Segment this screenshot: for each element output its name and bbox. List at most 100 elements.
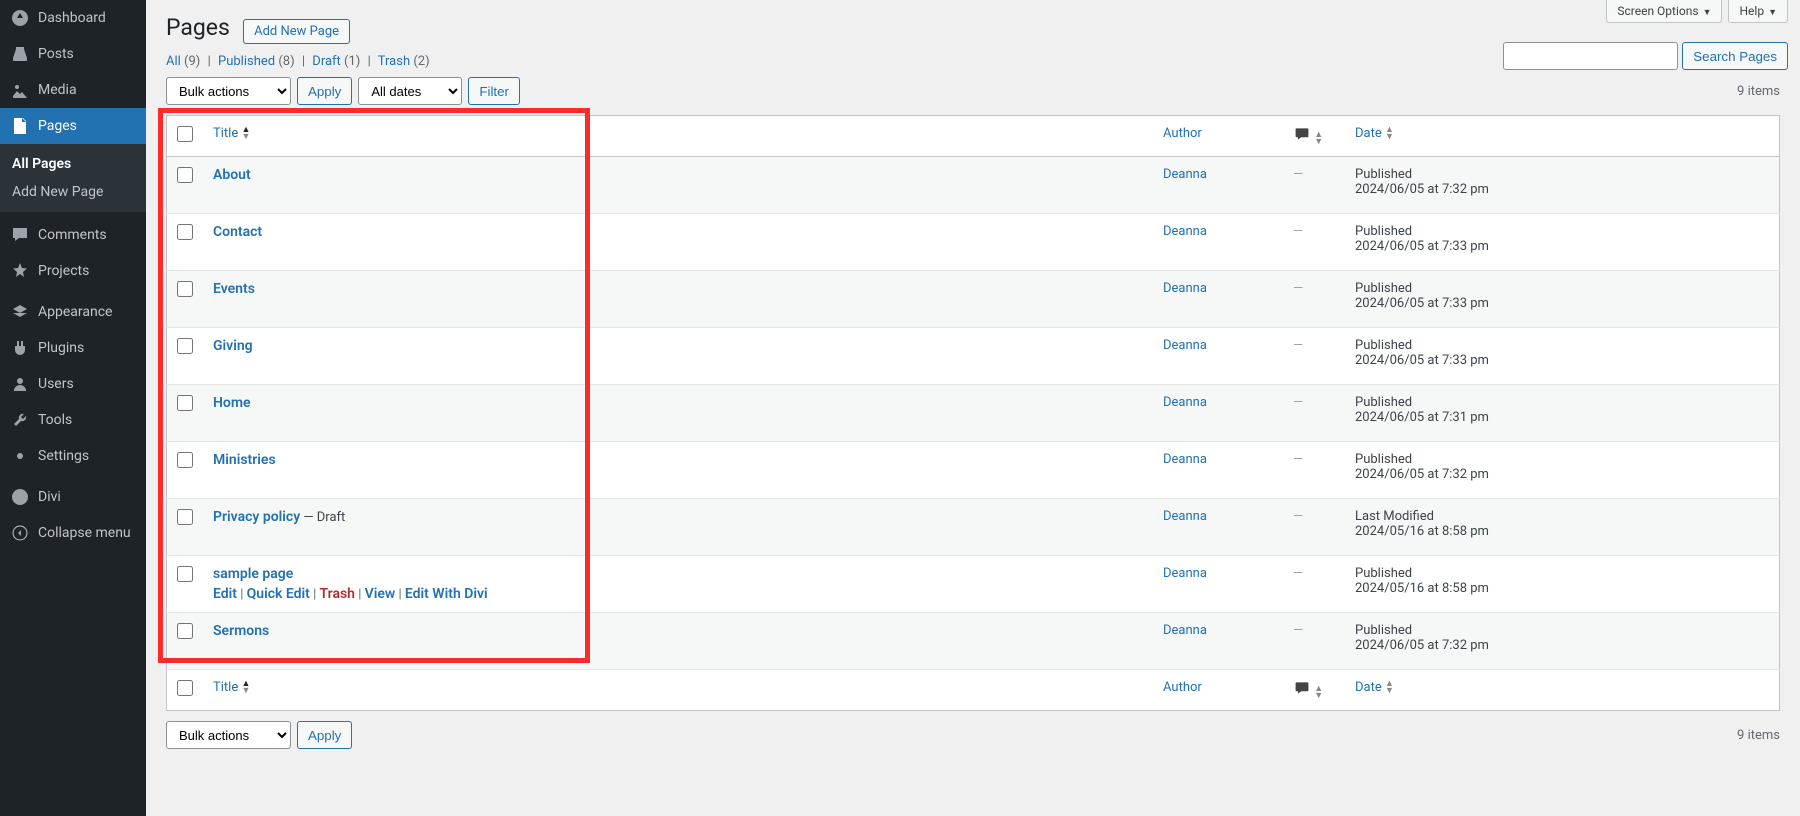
sidebar-item-media[interactable]: Media [0,72,146,108]
view-link[interactable]: View [365,586,396,602]
author-link[interactable]: Deanna [1163,395,1207,410]
trash-link[interactable]: Trash [320,586,355,602]
collapse-icon [10,523,30,543]
add-new-page-button[interactable]: Add New Page [243,19,350,44]
date-cell: Published2024/05/16 at 8:58 pm [1345,556,1780,613]
comments-icon [10,225,30,245]
author-link[interactable]: Deanna [1163,566,1207,581]
column-date[interactable]: Date ▲▼ [1345,116,1780,157]
sidebar-item-label: Projects [38,263,89,279]
edit-link[interactable]: Edit [213,586,237,602]
main-content: Screen Options▼ Help▼ Pages Add New Page… [146,0,1800,816]
author-link[interactable]: Deanna [1163,452,1207,467]
page-title-link[interactable]: Sermons [213,623,269,639]
sidebar-item-settings[interactable]: Settings [0,438,146,474]
date-filter-select[interactable]: All dates [358,77,462,105]
title-suffix: — Draft [300,510,345,525]
sidebar-item-dashboard[interactable]: Dashboard [0,0,146,36]
row-checkbox[interactable] [177,509,193,525]
tools-icon [10,410,30,430]
table-row: Privacy policy — Draft Edit | Quick Edit… [167,499,1780,556]
filter-trash[interactable]: Trash [378,54,410,69]
sidebar-item-pages[interactable]: Pages [0,108,146,144]
sidebar-item-label: Plugins [38,340,84,356]
filter-published[interactable]: Published [218,54,275,69]
submenu-item[interactable]: Add New Page [0,178,146,206]
comments-cell: — [1283,442,1345,499]
table-row: Contact Edit | Quick Edit | Trash | View… [167,214,1780,271]
pages-icon [10,116,30,136]
sidebar-item-collapse[interactable]: Collapse menu [0,515,146,551]
page-title-link[interactable]: Giving [213,338,253,354]
author-link[interactable]: Deanna [1163,224,1207,239]
date-cell: Last Modified2024/05/16 at 8:58 pm [1345,499,1780,556]
page-title-link[interactable]: About [213,167,251,183]
author-link[interactable]: Deanna [1163,338,1207,353]
comments-cell: — [1283,214,1345,271]
filter-button[interactable]: Filter [468,77,520,105]
table-row: Ministries Edit | Quick Edit | Trash | V… [167,442,1780,499]
projects-icon [10,261,30,281]
posts-icon [10,44,30,64]
select-all-checkbox[interactable] [177,126,193,142]
search-pages-button[interactable]: Search Pages [1682,42,1788,70]
sidebar-item-label: Divi [38,489,61,505]
sidebar-item-projects[interactable]: Projects [0,253,146,289]
sidebar-item-posts[interactable]: Posts [0,36,146,72]
filter-all[interactable]: All [166,54,181,69]
page-title-link[interactable]: Ministries [213,452,276,468]
media-icon [10,80,30,100]
apply-button-bottom[interactable]: Apply [297,721,352,749]
filter-draft[interactable]: Draft [312,54,341,69]
help-tab[interactable]: Help▼ [1728,0,1788,23]
column-title-footer[interactable]: Title ▲▼ [203,670,1153,711]
sidebar-item-label: Appearance [38,304,112,320]
column-title[interactable]: Title ▲▼ [203,116,1153,157]
column-comments[interactable]: ▲▼ [1283,116,1345,157]
page-title-link[interactable]: Events [213,281,255,297]
row-checkbox[interactable] [177,566,193,582]
comments-cell: — [1283,613,1345,670]
row-checkbox[interactable] [177,623,193,639]
date-cell: Published2024/06/05 at 7:32 pm [1345,613,1780,670]
bulk-actions-select-bottom[interactable]: Bulk actions [166,721,291,749]
sidebar-item-comments[interactable]: Comments [0,217,146,253]
table-row: Home Edit | Quick Edit | Trash | View | … [167,385,1780,442]
author-link[interactable]: Deanna [1163,623,1207,638]
page-title-link[interactable]: Privacy policy [213,509,300,525]
items-count-bottom: 9 items [1737,728,1780,743]
quick-edit-link[interactable]: Quick Edit [247,586,310,602]
select-all-checkbox-bottom[interactable] [177,680,193,696]
sidebar-item-label: Media [38,82,77,98]
sidebar-item-divi[interactable]: Divi [0,479,146,515]
page-title-link[interactable]: sample page [213,566,293,582]
page-title-link[interactable]: Home [213,395,251,411]
sidebar-item-tools[interactable]: Tools [0,402,146,438]
appearance-icon [10,302,30,322]
submenu-item[interactable]: All Pages [0,150,146,178]
row-checkbox[interactable] [177,452,193,468]
author-link[interactable]: Deanna [1163,167,1207,182]
bulk-actions-select[interactable]: Bulk actions [166,77,291,105]
sidebar-item-appearance[interactable]: Appearance [0,294,146,330]
apply-button[interactable]: Apply [297,77,352,105]
row-checkbox[interactable] [177,338,193,354]
sidebar-item-label: Dashboard [38,10,106,26]
page-title-link[interactable]: Contact [213,224,262,240]
edit-divi-link[interactable]: Edit With Divi [405,586,488,602]
comments-cell: — [1283,385,1345,442]
screen-options-tab[interactable]: Screen Options▼ [1606,0,1722,23]
row-checkbox[interactable] [177,167,193,183]
author-link[interactable]: Deanna [1163,281,1207,296]
row-actions: Edit | Quick Edit | Trash | View | Edit … [213,586,1143,602]
column-comments-footer[interactable]: ▲▼ [1283,670,1345,711]
search-input[interactable] [1503,42,1678,70]
sidebar-item-users[interactable]: Users [0,366,146,402]
column-date-footer[interactable]: Date ▲▼ [1345,670,1780,711]
sidebar-item-plugins[interactable]: Plugins [0,330,146,366]
row-checkbox[interactable] [177,224,193,240]
row-checkbox[interactable] [177,281,193,297]
comment-icon [1293,126,1311,142]
row-checkbox[interactable] [177,395,193,411]
author-link[interactable]: Deanna [1163,509,1207,524]
